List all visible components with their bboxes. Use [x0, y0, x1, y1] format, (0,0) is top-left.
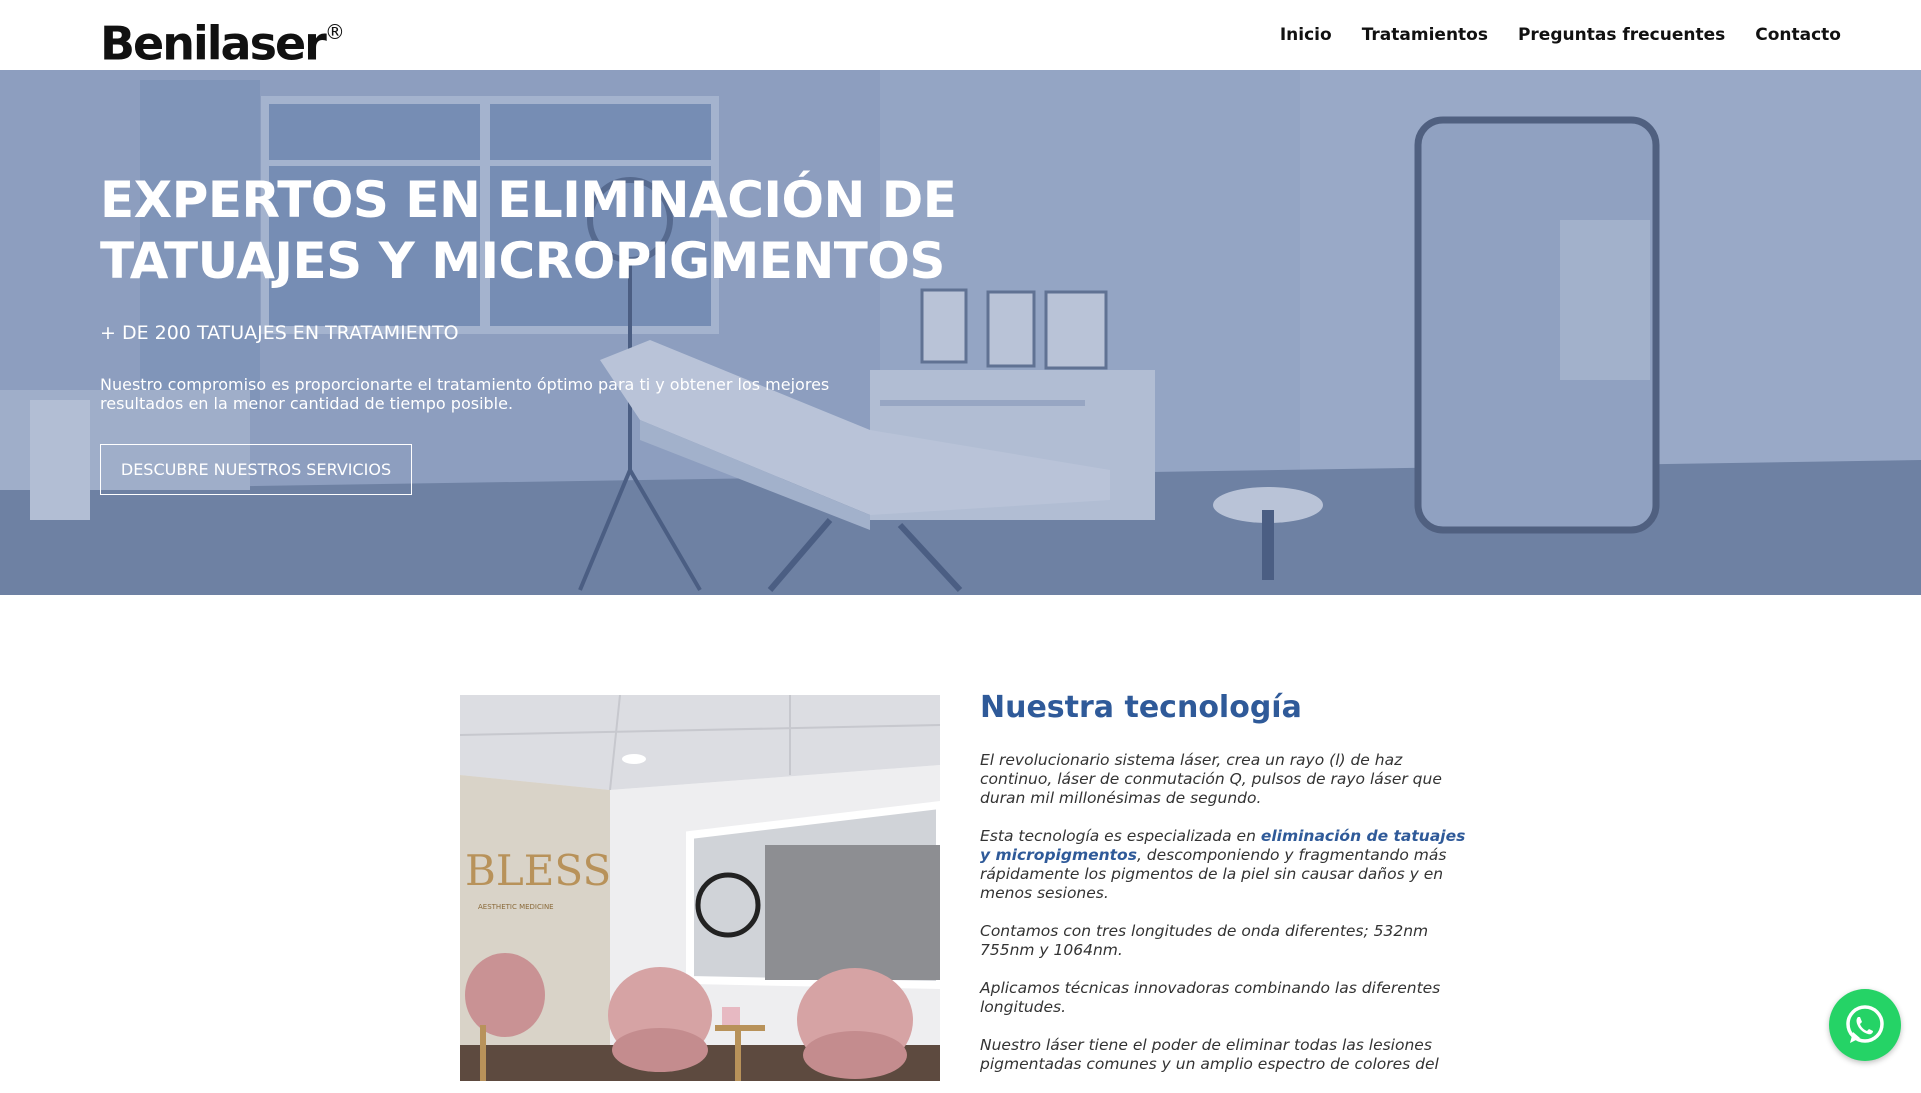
discover-services-button[interactable]: DESCUBRE NUESTROS SERVICIOS	[100, 444, 412, 495]
whatsapp-button[interactable]	[1829, 989, 1901, 1061]
site-header: Benilaser® Inicio Tratamientos Preguntas…	[0, 0, 1921, 70]
hero-description: Nuestro compromiso es proporcionarte el …	[100, 375, 830, 413]
technology-description: El revolucionario sistema láser, crea un…	[980, 751, 1470, 1093]
technology-paragraph-2: Esta tecnología es especializada en elim…	[980, 827, 1470, 903]
hero-subtitle: + DE 200 TATUAJES EN TRATAMIENTO	[100, 322, 459, 344]
technology-paragraph-2-start: Esta tecnología es especializada en	[980, 827, 1261, 845]
nav-link-inicio[interactable]: Inicio	[1280, 25, 1332, 45]
technology-paragraph-4: Aplicamos técnicas innovadoras combinand…	[980, 979, 1441, 1016]
whatsapp-icon	[1846, 1005, 1884, 1043]
nav-link-contacto[interactable]: Contacto	[1755, 25, 1841, 45]
hero-title-line-2: TATUAJES Y MICROPIGMENTOS	[100, 232, 945, 290]
hero-section: EXPERTOS EN ELIMINACIÓN DE TATUAJES Y MI…	[0, 70, 1921, 595]
hero-title: EXPERTOS EN ELIMINACIÓN DE TATUAJES Y MI…	[100, 170, 1000, 292]
clinic-waiting-room-photo: BLESS AESTHETIC MEDICINE	[460, 695, 940, 1081]
nav-link-tratamientos[interactable]: Tratamientos	[1362, 25, 1488, 45]
technology-paragraph-3: Contamos con tres longitudes de onda dif…	[980, 922, 1429, 959]
hero-title-line-1: EXPERTOS EN ELIMINACIÓN DE	[100, 171, 957, 229]
main-nav: Inicio Tratamientos Preguntas frecuentes…	[1280, 0, 1841, 70]
technology-heading: Nuestra tecnología	[980, 690, 1302, 725]
waiting-room-illustration: BLESS AESTHETIC MEDICINE	[460, 695, 940, 1081]
logo-text: Benilaser	[100, 16, 327, 71]
technology-paragraph-5: Nuestro láser tiene el poder de eliminar…	[980, 1036, 1439, 1073]
bless-sign-text: BLESS	[465, 846, 611, 895]
registered-mark: ®	[324, 20, 345, 44]
technology-paragraph-1: El revolucionario sistema láser, crea un…	[980, 751, 1442, 807]
benilaser-logo[interactable]: Benilaser®	[100, 8, 345, 71]
bless-sign-subtext: AESTHETIC MEDICINE	[478, 903, 554, 911]
nav-link-preguntas-frecuentes[interactable]: Preguntas frecuentes	[1518, 25, 1725, 45]
